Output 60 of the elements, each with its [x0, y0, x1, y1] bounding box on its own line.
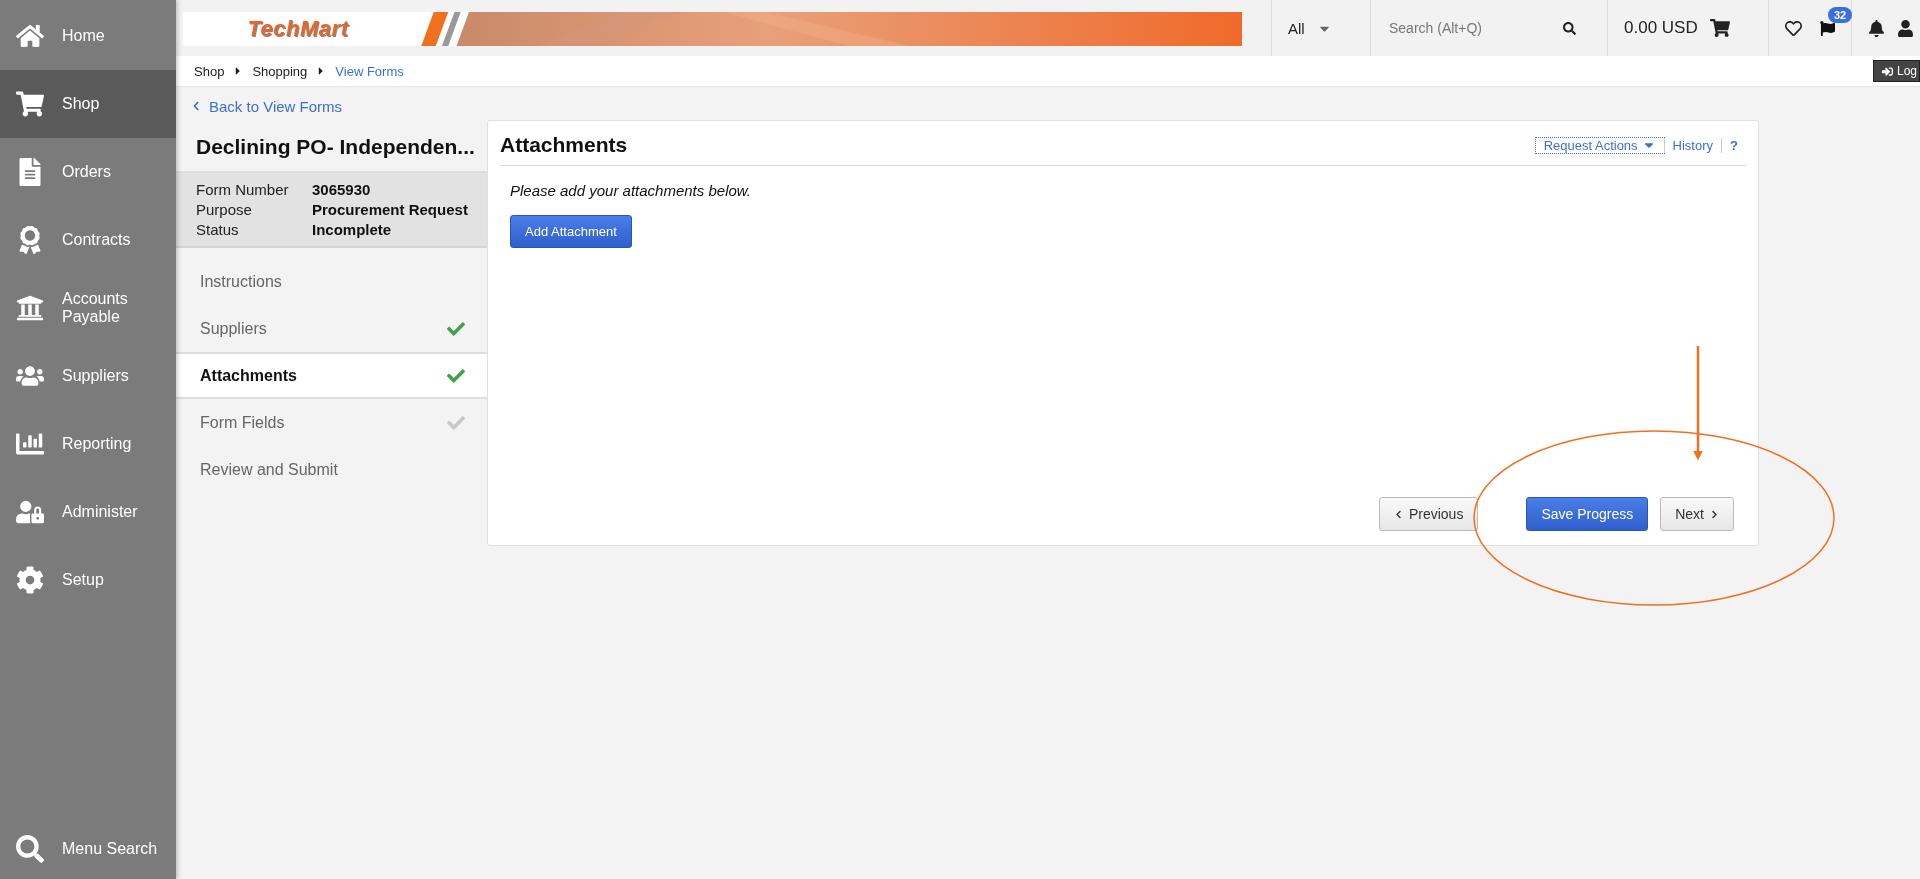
info-label: Form Number	[196, 181, 290, 198]
logo-banner: TechMart	[183, 12, 1242, 46]
chevron-left-icon	[191, 101, 201, 111]
user-lock-icon	[16, 498, 44, 526]
notification-count: 32	[1828, 6, 1853, 23]
info-label: Status	[196, 221, 240, 238]
info-value: Procurement Request	[312, 201, 469, 218]
header-link[interactable]: ?	[1721, 137, 1746, 153]
bank-icon	[16, 294, 44, 322]
nav-item[interactable]: Suppliers	[0, 342, 176, 410]
card-title: Attachments	[500, 133, 628, 157]
flag-icon[interactable]	[1820, 20, 1835, 36]
request-actions-link[interactable]: Request Actions	[1535, 137, 1664, 153]
cart-total: 0.00 USD	[1624, 18, 1698, 38]
nav-item[interactable]: Accounts Payable	[0, 274, 176, 342]
previous-button[interactable]: Previous	[1378, 497, 1479, 531]
step-item[interactable]: Instructions	[176, 258, 487, 305]
add-attachment-button[interactable]: Add Attachment	[510, 215, 632, 248]
breadcrumb-link[interactable]: Shop	[194, 63, 225, 79]
search-field[interactable]: Search (Alt+Q)	[1387, 19, 1551, 37]
nav-item[interactable]: Home	[0, 2, 176, 70]
nav-item[interactable]: Setup	[0, 546, 176, 614]
breadcrumb-link[interactable]: View Forms	[335, 63, 404, 79]
menu-search[interactable]: Menu Search	[0, 819, 176, 879]
step-item[interactable]: Attachments	[176, 352, 487, 399]
sign-in-icon	[1881, 65, 1893, 77]
search-icon	[16, 835, 44, 863]
nav-item[interactable]: Administer	[0, 478, 176, 546]
instruction-text: Please add your attachments below.	[510, 182, 752, 199]
step-label: Review and Submit	[200, 460, 338, 479]
bell-icon[interactable]	[1868, 19, 1885, 37]
info-label: Purpose	[196, 201, 253, 218]
nav-item[interactable]: Contracts	[0, 206, 176, 274]
cart-icon	[16, 90, 44, 118]
cart-icon[interactable]	[1709, 18, 1730, 38]
step-item[interactable]: Review and Submit	[176, 446, 487, 493]
logout-button[interactable]: Log	[1872, 60, 1920, 82]
settings-icon	[16, 566, 44, 594]
back-link[interactable]: Back to View Forms	[191, 97, 343, 115]
nav-item[interactable]: Reporting	[0, 410, 176, 478]
chevron-right-icon	[1710, 509, 1719, 519]
step-label: Attachments	[200, 366, 297, 385]
heart-icon[interactable]	[1785, 19, 1802, 37]
save-progress-button[interactable]: Save Progress	[1526, 497, 1649, 531]
step-label: Instructions	[200, 272, 282, 291]
search-icon[interactable]	[1563, 21, 1576, 35]
header-link[interactable]: History	[1663, 137, 1722, 153]
breadcrumb-link[interactable]: Shopping	[252, 63, 308, 79]
info-value: 3065930	[312, 181, 372, 198]
info-value: Incomplete	[312, 221, 393, 238]
nav-item[interactable]: Shop	[0, 70, 176, 138]
nav-item[interactable]: Orders	[0, 138, 176, 206]
step-label: Suppliers	[200, 319, 267, 338]
house-icon	[16, 22, 44, 50]
chevron-left-icon	[1393, 509, 1403, 519]
next-button[interactable]: Next	[1660, 497, 1734, 531]
step-label: Form Fields	[200, 413, 285, 432]
step-item[interactable]: Suppliers	[176, 305, 487, 352]
step-item[interactable]: Form Fields	[176, 399, 487, 446]
user-icon[interactable]	[1897, 19, 1914, 37]
